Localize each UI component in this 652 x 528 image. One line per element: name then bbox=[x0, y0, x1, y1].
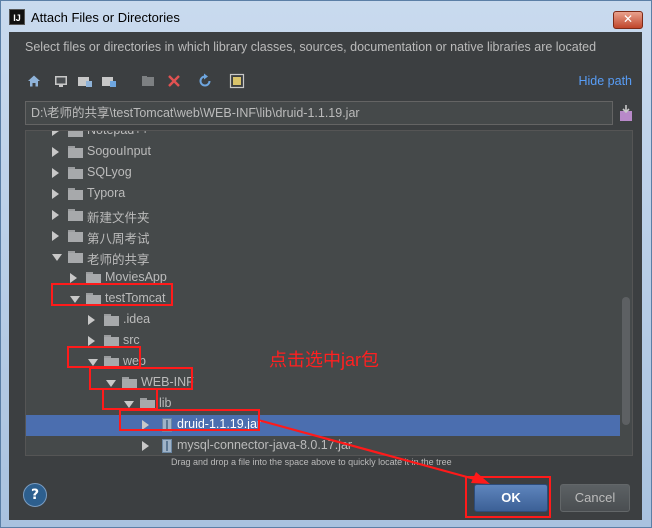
annotation-arrow bbox=[257, 418, 490, 484]
